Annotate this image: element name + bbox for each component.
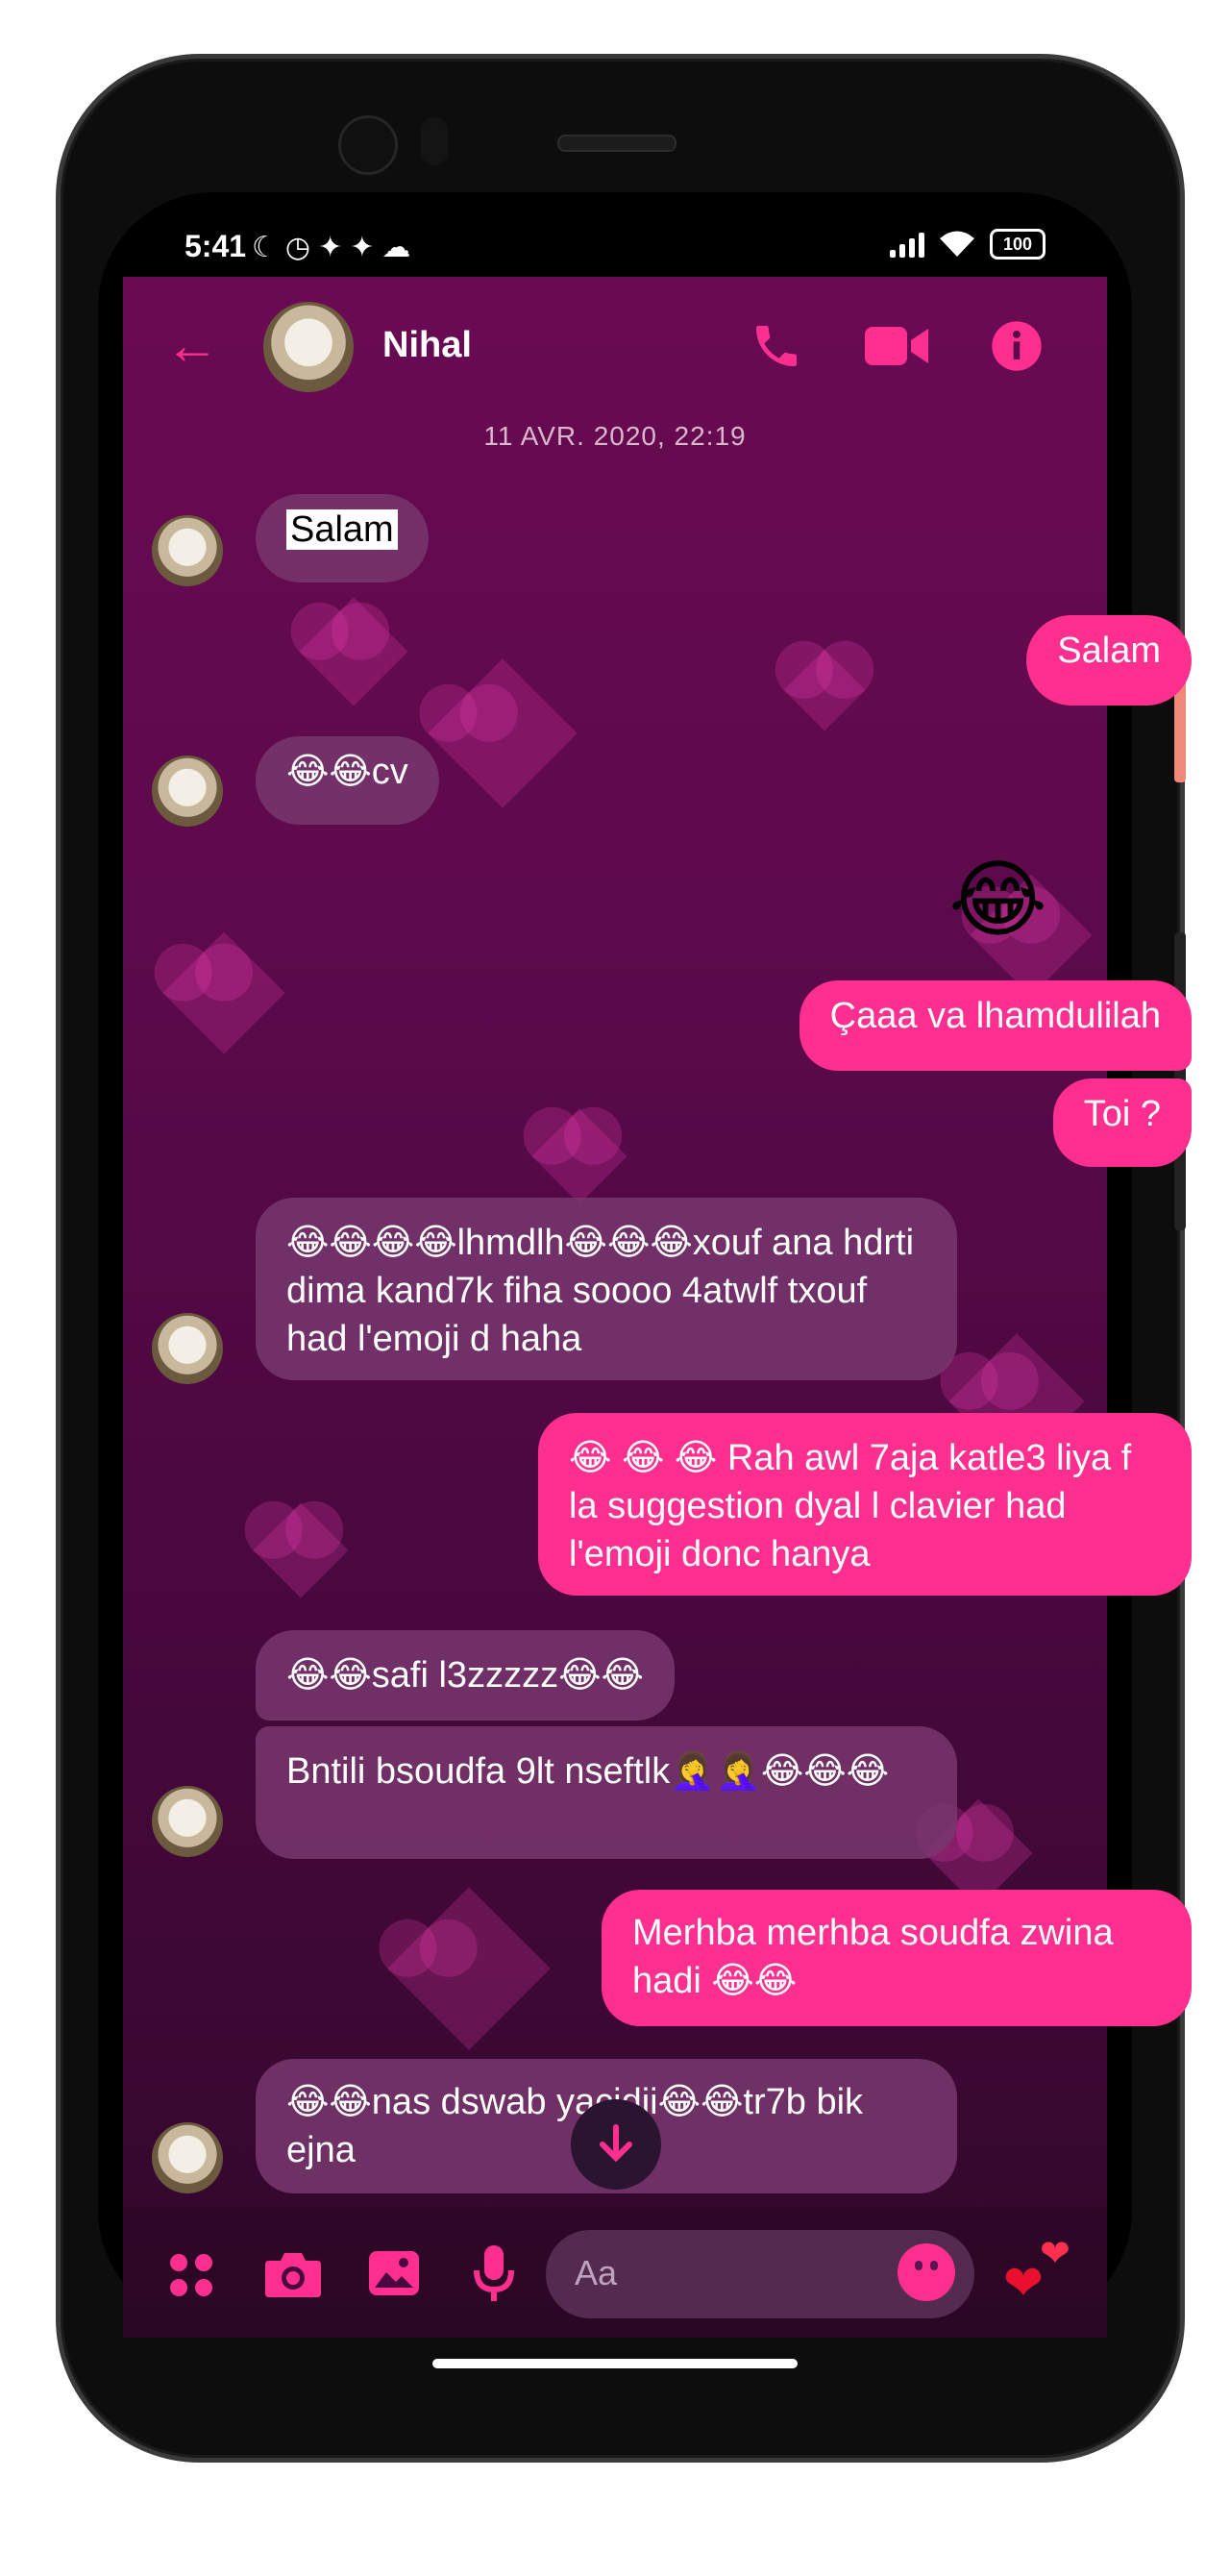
snapchat-icon: ☁ bbox=[381, 232, 419, 263]
received-message[interactable]: 😂😂cv bbox=[256, 736, 439, 825]
home-indicator[interactable] bbox=[432, 2359, 798, 2368]
phone-call-icon[interactable] bbox=[750, 319, 803, 373]
sender-avatar bbox=[152, 1313, 223, 1384]
scroll-down-button[interactable] bbox=[571, 2099, 661, 2190]
sender-avatar bbox=[152, 755, 223, 827]
arrow-down-icon bbox=[600, 2124, 632, 2163]
signal-icon bbox=[890, 231, 924, 258]
sender-avatar bbox=[152, 515, 223, 586]
status-time: 5:41 bbox=[184, 229, 247, 263]
back-arrow-icon[interactable]: ← bbox=[165, 313, 219, 376]
battery-icon: 100 bbox=[990, 229, 1046, 260]
info-icon[interactable] bbox=[990, 319, 1044, 373]
apps-grid-icon[interactable] bbox=[167, 2251, 215, 2299]
conversation-timestamp: 11 AVR. 2020, 22:19 bbox=[483, 421, 747, 451]
system-icons: 100 bbox=[890, 229, 1046, 260]
contact-avatar[interactable] bbox=[263, 302, 354, 392]
moon-icon: ☾ bbox=[252, 232, 285, 263]
received-message[interactable]: Bntili bsoudfa 9lt nseftlk🤦‍♀️🤦‍♀️😂😂😂 bbox=[256, 1726, 957, 1859]
wifi-icon bbox=[940, 231, 974, 257]
background-heart bbox=[783, 649, 866, 731]
background-heart bbox=[428, 658, 578, 808]
sent-message[interactable]: Çaaa va lhamdulilah bbox=[799, 980, 1192, 1071]
sender-avatar bbox=[152, 1786, 223, 1857]
sent-message[interactable]: 😂 😂 😂 Rah awl 7aja katle3 liya f la sugg… bbox=[538, 1413, 1192, 1596]
alarm-icon: ◷ bbox=[284, 232, 319, 263]
emoji-icon[interactable] bbox=[898, 2243, 955, 2301]
heart-like-icon[interactable]: ❤ bbox=[1003, 2255, 1044, 2311]
sent-message[interactable]: Toi ? bbox=[1052, 1078, 1192, 1167]
sender-avatar bbox=[152, 2122, 223, 2193]
earpiece-speaker bbox=[557, 135, 676, 152]
sent-message[interactable]: Merhba merhba soudfa zwina hadi 😂😂 bbox=[602, 1890, 1192, 2026]
video-call-icon[interactable] bbox=[865, 323, 928, 369]
received-message[interactable]: 😂😂😂😂lhmdlh😂😂😂xouf ana hdrti dima kand7k … bbox=[256, 1198, 957, 1380]
message-input-placeholder: Aa bbox=[575, 2253, 618, 2292]
gallery-icon[interactable] bbox=[367, 2249, 421, 2297]
small-heart-icon: ❤ bbox=[1040, 2234, 1070, 2274]
camera-icon[interactable] bbox=[263, 2249, 323, 2299]
received-message[interactable]: 😂😂safi l3zzzzz😂😂 bbox=[256, 1630, 675, 1721]
background-heart bbox=[162, 931, 285, 1054]
notification-icons: ☾◷✦✦☁ bbox=[252, 231, 418, 264]
large-emoji-message[interactable]: 😂 bbox=[948, 852, 1047, 948]
sent-message[interactable]: Salam bbox=[1026, 615, 1192, 706]
status-bar: 5:41 ☾◷✦✦☁ 100 bbox=[123, 213, 1046, 277]
twitter-icon: ✦ bbox=[318, 232, 351, 263]
background-heart bbox=[253, 1502, 349, 1598]
background-heart bbox=[531, 1108, 627, 1204]
contact-name[interactable]: Nihal bbox=[382, 325, 472, 366]
twitter-icon: ✦ bbox=[350, 232, 382, 263]
background-heart bbox=[387, 1887, 551, 2050]
received-message[interactable]: Salam bbox=[256, 494, 429, 582]
message-input[interactable]: Aa bbox=[546, 2230, 974, 2318]
front-camera bbox=[338, 115, 398, 175]
background-heart bbox=[299, 597, 408, 706]
microphone-icon[interactable] bbox=[473, 2243, 515, 2303]
proximity-sensor bbox=[421, 117, 448, 165]
